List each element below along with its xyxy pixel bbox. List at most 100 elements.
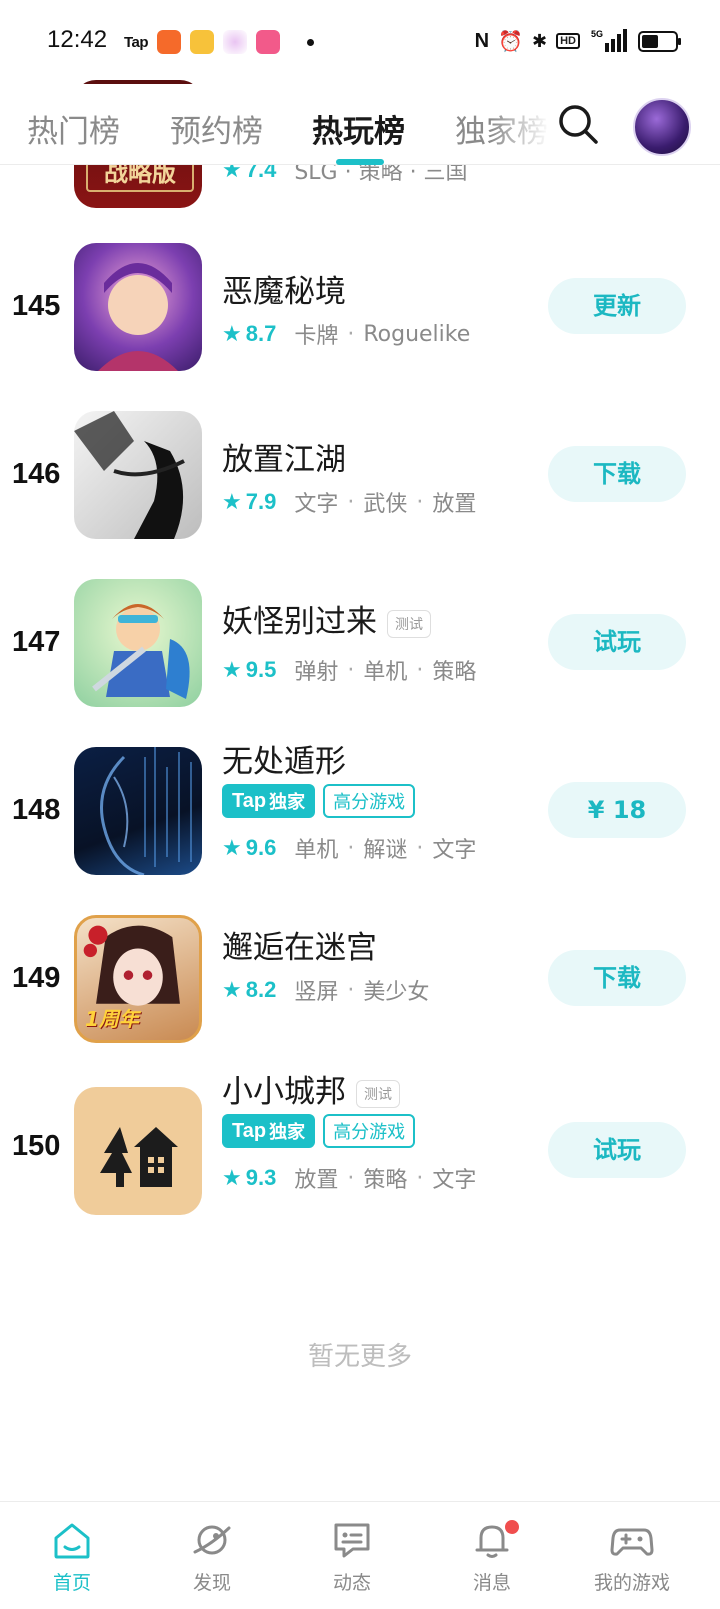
star-icon: ★ [222, 321, 242, 347]
nav-my-games-label: 我的游戏 [593, 1572, 670, 1594]
rank-number: 145 [12, 290, 61, 322]
rank-number: 146 [12, 458, 61, 490]
more-notifications-icon [307, 38, 315, 46]
game-rating: 8.7 [245, 321, 277, 346]
game-meta: ★ 9.3 放置 · 策略 · 文字 [222, 1162, 476, 1194]
rank-number: 149 [12, 962, 61, 994]
nav-my-games[interactable]: 我的游戏 [572, 1520, 692, 1595]
high-score-tag: 高分游戏 [323, 1114, 416, 1148]
game-title[interactable]: 放置江湖 [222, 434, 346, 479]
tag-group: Tap 独家 高分游戏 [222, 784, 416, 818]
try-button[interactable]: 试玩 [548, 1122, 686, 1178]
genre-tag: 解谜 [363, 838, 408, 863]
tab-reservation[interactable]: 预约榜 [170, 106, 263, 151]
planet-icon [193, 1525, 231, 1555]
star-icon: ★ [222, 657, 242, 683]
game-meta: ★ 8.2 竖屏 · 美少女 [222, 974, 429, 1006]
rank-number: 150 [12, 1130, 61, 1162]
tag-group: Tap 独家 高分游戏 [222, 1114, 416, 1148]
nav-discover-label: 发现 [192, 1572, 231, 1594]
genre-tag: 卡牌 [294, 324, 339, 349]
game-icon[interactable] [74, 411, 202, 539]
test-tag: 测试 [387, 609, 431, 638]
ranking-tabs: 热门榜 预约榜 热玩榜 独家榜 [0, 84, 720, 165]
nav-messages[interactable]: 消息 [432, 1518, 552, 1595]
star-icon: ★ [222, 835, 242, 861]
app-notification-icon [223, 30, 248, 54]
end-of-list-text: 暂无更多 [307, 1342, 412, 1372]
rank-number: 147 [12, 626, 61, 658]
nav-discover[interactable]: 发现 [152, 1520, 272, 1595]
gamepad-icon [610, 1528, 654, 1556]
nav-messages-label: 消息 [472, 1572, 511, 1594]
svg-text:5G: 5G [591, 29, 603, 39]
taptap-notification-icon: Tap [124, 33, 149, 51]
game-meta: ★ 7.9 文字 · 武侠 · 放置 [222, 486, 476, 518]
update-button[interactable]: 更新 [548, 278, 686, 334]
user-avatar[interactable] [633, 98, 691, 156]
genre-tag: Roguelike [363, 321, 471, 347]
game-rating: 8.2 [245, 977, 277, 1002]
tab-hot-play[interactable]: 热玩榜 [312, 106, 405, 151]
notification-badge [503, 1518, 521, 1536]
notification-icons: Tap [124, 28, 315, 56]
genre-tag: 文字 [432, 838, 477, 863]
game-title[interactable]: 恶魔秘境 [222, 266, 346, 311]
genre-tag: 策略 [432, 660, 477, 685]
signal-5g-icon: 5G [591, 29, 627, 52]
game-title[interactable]: 无处遁形 [222, 736, 346, 781]
high-score-tag: 高分游戏 [323, 784, 416, 818]
genre-tag: 策略 [363, 1168, 408, 1193]
search-icon[interactable] [556, 102, 600, 146]
app-notification-icon [157, 30, 182, 54]
list-item[interactable]: 146 放置江湖 ★ 7.9 文字 · 武侠 · 放置 下载 [0, 394, 720, 562]
star-icon: ★ [222, 977, 242, 1003]
genre-tag: 放置 [294, 1168, 339, 1193]
status-bar: 12:42 Tap N ⏰ ✱ HD 5G [0, 0, 720, 84]
test-tag: 测试 [356, 1079, 400, 1108]
list-item[interactable]: 148 无处遁形 Tap 独家 高分游戏 ★ 9.6 单机 · 解谜 · 文字 ¥… [0, 730, 720, 898]
download-button[interactable]: 下载 [548, 446, 686, 502]
genre-tag: 单机 [363, 660, 408, 685]
home-icon [54, 1523, 90, 1559]
bottom-navigation: 首页 发现 动态 消息 我的游戏 [0, 1501, 720, 1609]
game-icon[interactable] [74, 243, 202, 371]
genre-tag: 竖屏 [294, 980, 339, 1005]
nav-home[interactable]: 首页 [12, 1520, 132, 1595]
game-meta: ★ 8.7 卡牌 · Roguelike [222, 318, 470, 350]
game-rating: 9.5 [245, 657, 277, 682]
app-notification-icon [256, 30, 281, 54]
list-item[interactable]: 150 小小城邦 测试 Tap 独家 高分游戏 ★ 9.3 放置 · 策略 · 文字… [0, 1066, 720, 1234]
game-title[interactable]: 小小城邦 测试 [222, 1066, 400, 1111]
nav-home-label: 首页 [52, 1572, 91, 1594]
list-item[interactable]: 145 恶魔秘境 ★ 8.7 卡牌 · Roguelike 更新 [0, 226, 720, 394]
system-icons: N ⏰ ✱ HD 5G [475, 26, 681, 56]
game-icon[interactable] [74, 579, 202, 707]
game-icon[interactable]: 1周年 [74, 915, 202, 1043]
buy-button[interactable]: ¥ 18 [548, 782, 686, 838]
rank-number: 148 [12, 794, 61, 826]
genre-tag: 放置 [432, 492, 477, 517]
genre-tag: 武侠 [363, 492, 408, 517]
tap-exclusive-tag: Tap 独家 [222, 784, 316, 818]
list-item[interactable]: 147 妖怪别过来 测试 ★ 9.5 弹射 · 单机 · 策略 试玩 [0, 562, 720, 730]
download-button[interactable]: 下载 [548, 950, 686, 1006]
game-icon[interactable] [74, 747, 202, 875]
tap-exclusive-tag: Tap 独家 [222, 1114, 316, 1148]
nav-feed[interactable]: 动态 [292, 1520, 412, 1595]
genre-tag: 单机 [294, 838, 339, 863]
hd-icon: HD [556, 33, 580, 49]
bluetooth-icon: ✱ [532, 30, 548, 52]
genre-tag: 文字 [432, 1168, 477, 1193]
try-button[interactable]: 试玩 [548, 614, 686, 670]
list-item[interactable]: 149 1周年 邂逅在迷宫 ★ 8.2 竖屏 · 美少女 下载 [0, 898, 720, 1066]
genre-tag: 文字 [294, 492, 339, 517]
tab-hot[interactable]: 热门榜 [27, 106, 120, 151]
game-title[interactable]: 妖怪别过来 测试 [222, 596, 431, 641]
game-title[interactable]: 邂逅在迷宫 [222, 922, 377, 967]
battery-icon [638, 30, 681, 52]
nav-feed-label: 动态 [332, 1572, 371, 1594]
genre-tag: 美少女 [363, 980, 430, 1005]
game-icon[interactable] [74, 1087, 202, 1215]
genre-tag: 弹射 [294, 660, 339, 685]
